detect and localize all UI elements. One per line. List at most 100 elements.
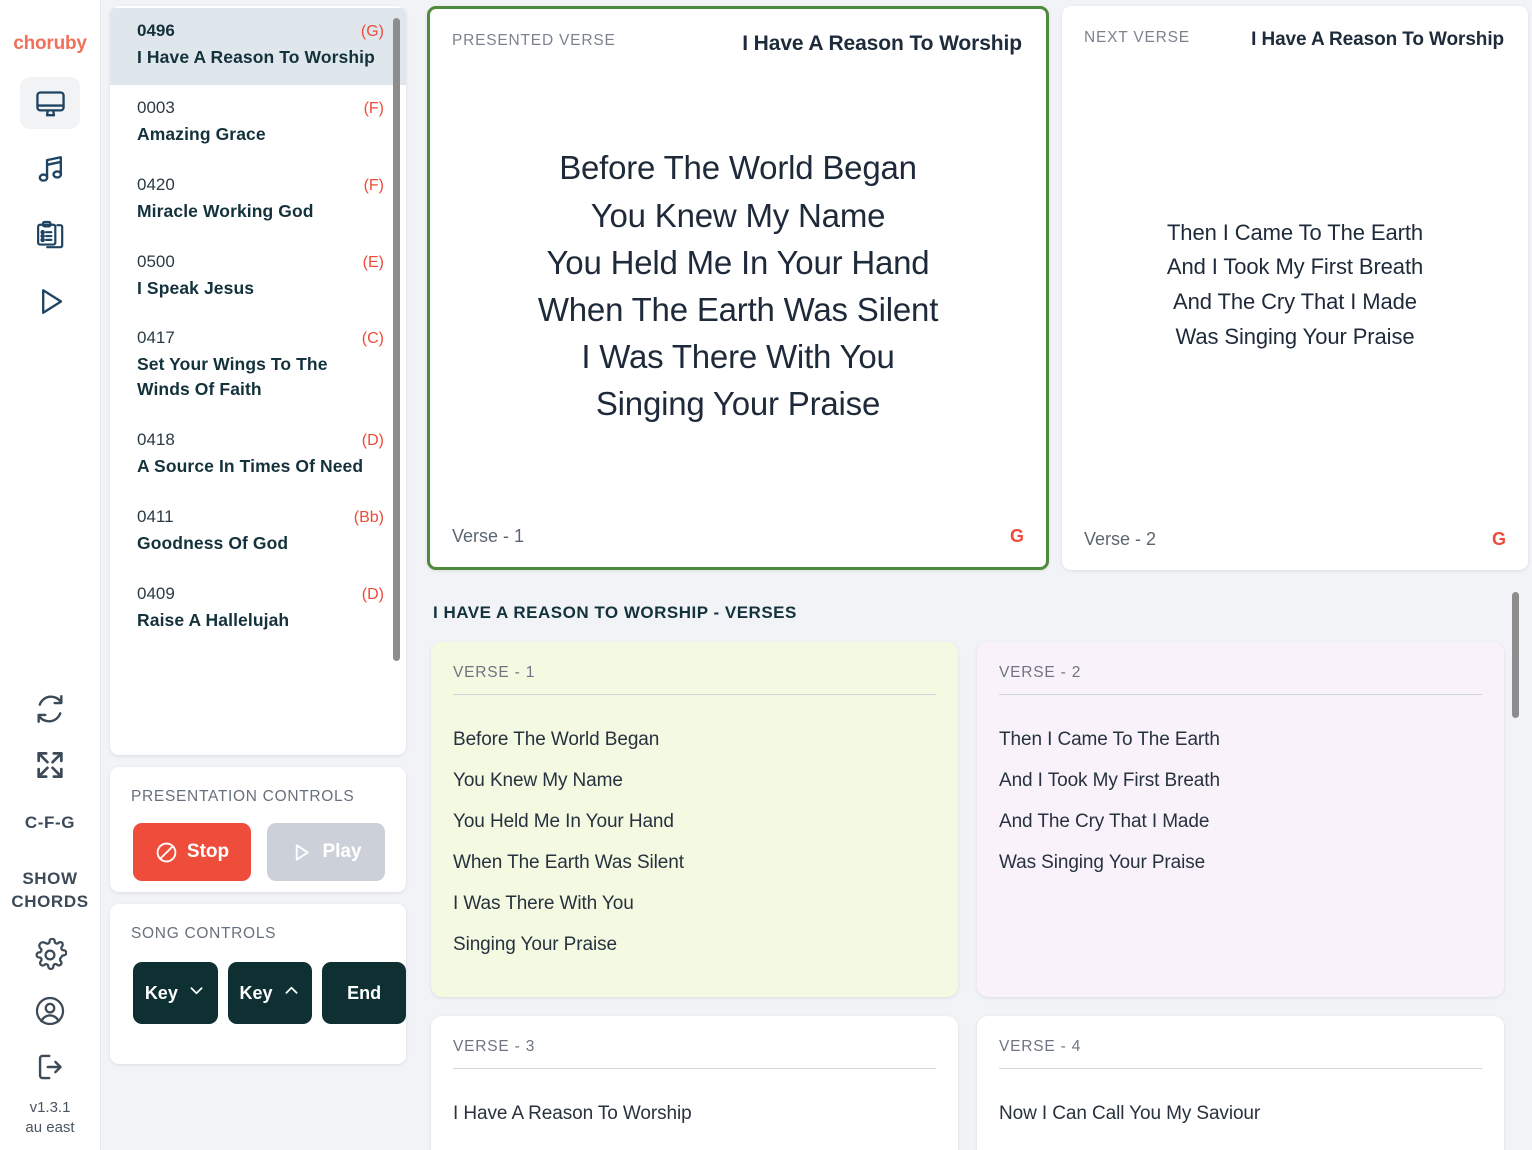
- song-item-meta: 0418 (D): [137, 430, 384, 450]
- lyric-line: And I Took My First Breath: [999, 770, 1220, 791]
- presented-verse-body: Before The World Began You Knew My Name Yo…: [430, 56, 1046, 526]
- lyric-line: Now I Can Call You My Saviour: [999, 1103, 1261, 1124]
- presented-verse-panel[interactable]: PRESENTED VERSE I Have A Reason To Worsh…: [427, 6, 1049, 570]
- presentation-controls-heading: PRESENTATION CONTROLS: [131, 788, 355, 805]
- key-down-button[interactable]: Key: [133, 962, 218, 1024]
- presentation-buttons: Stop Play: [110, 806, 406, 881]
- refresh-button[interactable]: [18, 684, 82, 740]
- song-list: 0496 (G) I Have A Reason To Worship 0003 (F)…: [110, 8, 406, 648]
- song-list-item[interactable]: 0409 (D) Raise A Hallelujah: [110, 571, 406, 648]
- stop-button[interactable]: Stop: [133, 823, 251, 881]
- song-item-meta: 0496 (G): [137, 21, 384, 41]
- lyric-line: I Have A Reason To Worship: [453, 1103, 692, 1124]
- song-item-meta: 0420 (F): [137, 175, 384, 195]
- verse-card-lyrics: Now I Can Call You My Saviour: [999, 1069, 1482, 1134]
- song-title: Set Your Wings To The Winds Of Faith: [137, 354, 328, 400]
- lyric-line: And I Took My First Breath: [1166, 254, 1424, 280]
- app-version: v1.3.1 au east: [25, 1098, 74, 1150]
- music-note-icon: [34, 153, 67, 186]
- next-verse-label: NEXT VERSE: [1084, 29, 1190, 46]
- logout-button[interactable]: [18, 1042, 82, 1098]
- lyric-line: Then I Came To The Earth: [1166, 219, 1424, 245]
- presented-verse-footer: Verse - 1 G: [430, 526, 1046, 567]
- expand-arrows-icon: [33, 748, 67, 787]
- song-list-item[interactable]: 0418 (D) A Source In Times Of Need: [110, 417, 406, 494]
- key-up-label: Key: [239, 982, 273, 1003]
- next-verse-tag: Verse - 2: [1084, 529, 1157, 549]
- key-up-button[interactable]: Key: [227, 962, 313, 1024]
- song-key: (F): [363, 176, 384, 194]
- sidebar-item-presentation[interactable]: [20, 77, 80, 129]
- play-button[interactable]: Play: [267, 823, 385, 881]
- lyric-line: I Was There With You: [453, 893, 634, 914]
- presentation-controls-panel: PRESENTATION CONTROLS Stop Play: [110, 767, 406, 892]
- verses-section-title: I HAVE A REASON TO WORSHIP - VERSES: [433, 603, 797, 622]
- presented-verse-key: G: [1009, 526, 1024, 546]
- next-verse-panel[interactable]: NEXT VERSE I Have A Reason To Worship Th…: [1062, 6, 1528, 570]
- verse-card-lyrics: I Have A Reason To Worship: [453, 1069, 936, 1134]
- verse-card-grid: VERSE - 1 Before The World Began You Knew …: [427, 623, 1524, 1150]
- account-button[interactable]: [18, 986, 82, 1042]
- song-item-meta: 0417 (C): [137, 328, 384, 348]
- verse-preview-row: PRESENTED VERSE I Have A Reason To Worsh…: [415, 0, 1532, 570]
- settings-button[interactable]: [18, 930, 82, 986]
- song-control-buttons: Key Key End: [110, 943, 406, 1024]
- chevron-up-icon: [282, 981, 301, 1005]
- verse-card[interactable]: VERSE - 4 Now I Can Call You My Saviour: [977, 1016, 1504, 1150]
- song-list-item[interactable]: 0420 (F) Miracle Working God: [110, 162, 406, 239]
- main-content: PRESENTED VERSE I Have A Reason To Worsh…: [415, 0, 1532, 1150]
- rail-primary-nav: [20, 77, 80, 327]
- presented-verse-header: PRESENTED VERSE I Have A Reason To Worsh…: [430, 9, 1046, 56]
- screen-icon: [34, 87, 67, 120]
- song-list-scroll-thumb[interactable]: [393, 18, 400, 661]
- verse-card-heading: VERSE - 3: [453, 1038, 936, 1069]
- song-item-meta: 0409 (D): [137, 584, 384, 604]
- verses-scroll-thumb[interactable]: [1512, 592, 1519, 718]
- song-list-item[interactable]: 0496 (G) I Have A Reason To Worship: [110, 8, 406, 85]
- play-triangle-icon: [33, 284, 68, 319]
- fullscreen-button[interactable]: [18, 740, 82, 796]
- song-list-item[interactable]: 0003 (F) Amazing Grace: [110, 85, 406, 162]
- show-chords-toggle[interactable]: SHOW CHORDS: [11, 852, 88, 930]
- song-title: I Have A Reason To Worship: [137, 47, 375, 67]
- verse-card-heading: VERSE - 1: [453, 664, 936, 695]
- app-logo: choruby: [13, 33, 87, 54]
- verse-card[interactable]: VERSE - 2 Then I Came To The Earth And I T…: [977, 642, 1504, 997]
- left-nav-rail: choruby C-F-G SHOW CHORDS v1.3.1 au east: [0, 0, 101, 1150]
- song-number: 0418: [137, 430, 175, 450]
- verses-scrollbar[interactable]: [1512, 584, 1520, 1150]
- key-down-label: Key: [144, 982, 178, 1003]
- song-list-item[interactable]: 0417 (C) Set Your Wings To The Winds Of Fa…: [110, 315, 406, 417]
- song-title: Amazing Grace: [137, 123, 266, 144]
- song-list-item[interactable]: 0411 (Bb) Goodness Of God: [110, 494, 406, 571]
- lyric-line: And The Cry That I Made: [999, 811, 1210, 832]
- song-title: Miracle Working God: [137, 200, 314, 221]
- stop-button-label: Stop: [186, 841, 230, 862]
- sidebar-item-songs[interactable]: [20, 143, 80, 195]
- presented-verse-label: PRESENTED VERSE: [452, 32, 616, 49]
- verse-card[interactable]: VERSE - 1 Before The World Began You Knew …: [431, 642, 958, 997]
- song-controls-heading: SONG CONTROLS: [131, 925, 277, 942]
- song-list-column: 0496 (G) I Have A Reason To Worship 0003 (F)…: [101, 0, 415, 1150]
- next-verse-key: G: [1491, 529, 1506, 549]
- chord-progression-button[interactable]: C-F-G: [18, 796, 82, 852]
- show-chords-line1: SHOW: [22, 869, 78, 889]
- stop-circle-icon: [155, 841, 178, 864]
- lyric-line: You Knew My Name: [453, 770, 623, 791]
- song-list-scrollbar[interactable]: [392, 6, 400, 755]
- next-verse-lyrics: Then I Came To The Earth And I Took My Fi…: [1167, 216, 1423, 354]
- verse-card-lyrics: Before The World Began You Knew My Name Yo…: [453, 695, 936, 965]
- verse-card-lyrics: Then I Came To The Earth And I Took My Fi…: [999, 695, 1482, 883]
- lyric-line: Was Singing Your Praise: [999, 852, 1206, 873]
- sidebar-item-setlists[interactable]: [20, 209, 80, 261]
- end-button[interactable]: End: [322, 962, 406, 1024]
- song-number: 0409: [137, 583, 175, 603]
- song-list-item[interactable]: 0500 (E) I Speak Jesus: [110, 239, 406, 316]
- show-chords-line2: CHORDS: [11, 891, 89, 911]
- next-verse-header: NEXT VERSE I Have A Reason To Worship: [1062, 6, 1528, 51]
- verse-card[interactable]: VERSE - 3 I Have A Reason To Worship: [431, 1016, 958, 1150]
- song-list-panel: 0496 (G) I Have A Reason To Worship 0003 (F)…: [110, 6, 406, 755]
- song-key: (F): [363, 99, 384, 117]
- song-key: (D): [361, 585, 384, 603]
- sidebar-item-play[interactable]: [20, 275, 80, 327]
